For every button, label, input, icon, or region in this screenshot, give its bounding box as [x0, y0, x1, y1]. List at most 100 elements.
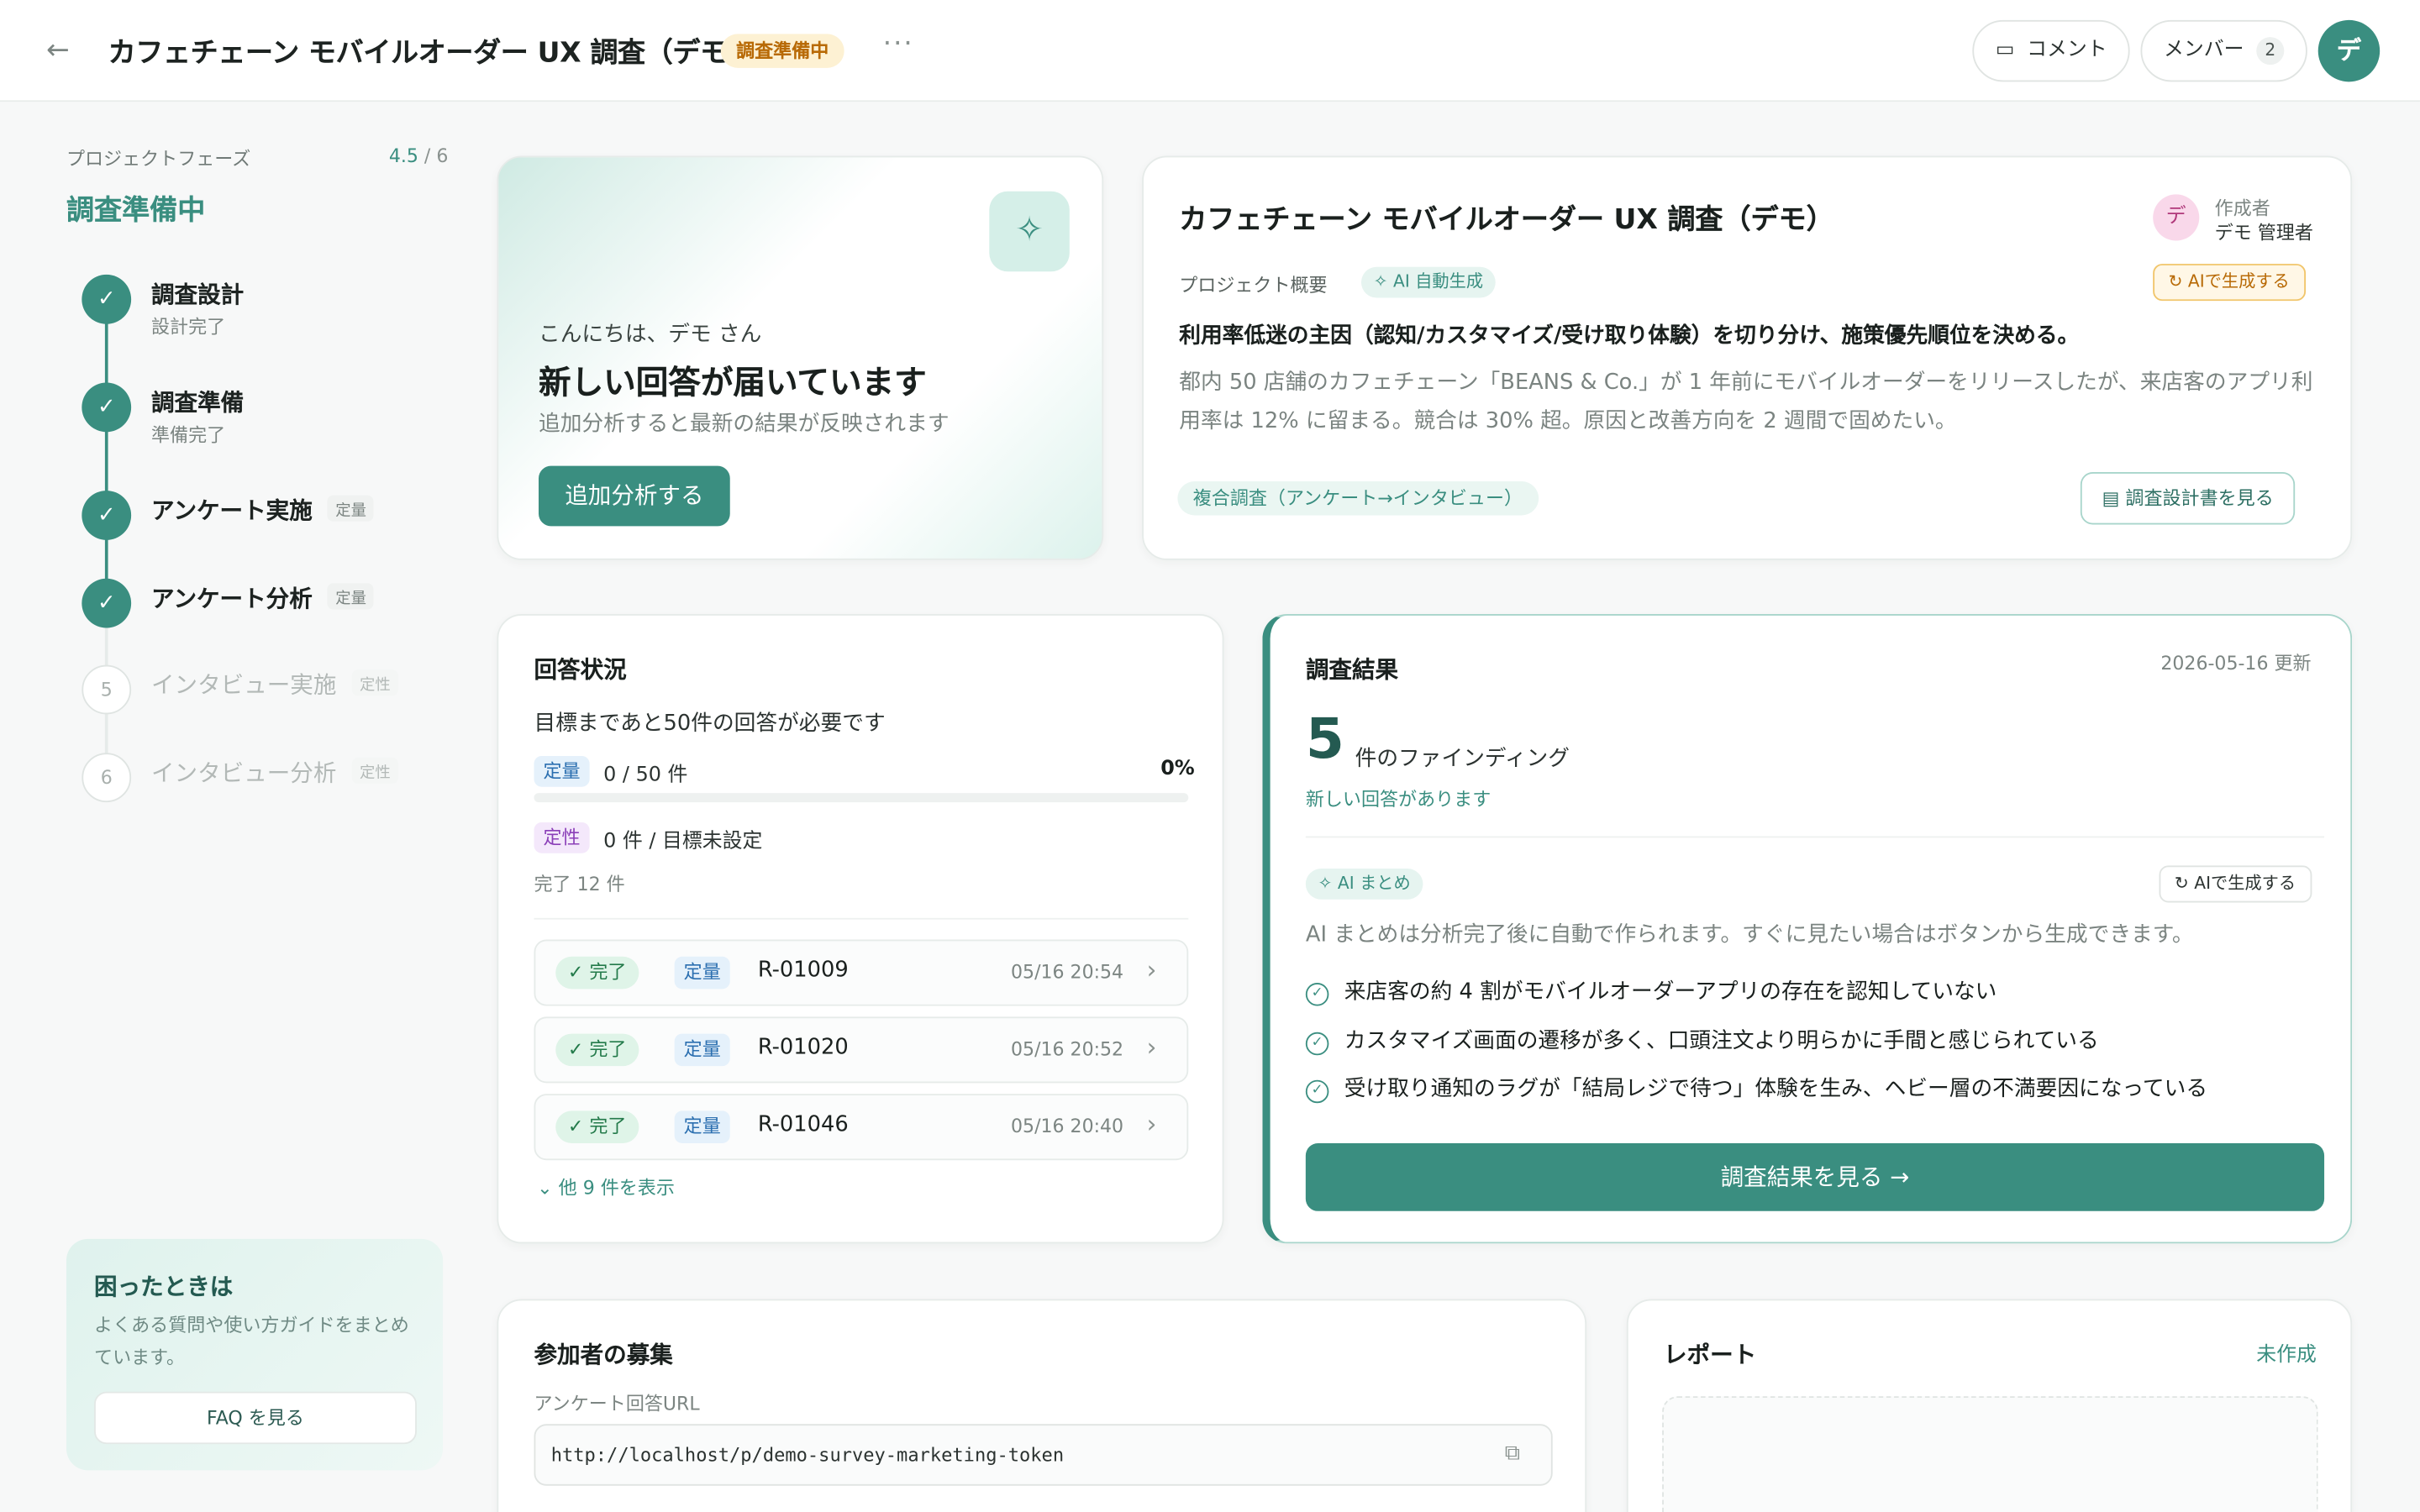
done-count: 完了 12 件	[534, 873, 625, 895]
report-status: 未作成	[2256, 1343, 2317, 1368]
step-name: インタビュー実施 定性	[151, 668, 398, 701]
progress-total: / 6	[418, 144, 449, 167]
finding-text: 受け取り通知のラグが「結局レジで待つ」体験を生み、ヘビー層の不満要因になっている	[1344, 1077, 2208, 1102]
step-name-text: アンケート分析	[150, 585, 313, 613]
qual-count: 0 件 / 目標未設定	[603, 830, 763, 853]
quant-tag: 定量	[534, 755, 590, 787]
current-phase: 調査準備中	[66, 194, 206, 227]
table-row[interactable]: ✓ 完了 定量 R-01020 05/16 20:52 ›	[534, 1016, 1189, 1084]
greeting-card: ✧ こんにちは、デモ さん 新しい回答が届いています 追加分析すると最新の結果が…	[497, 155, 1104, 560]
top-header: ← カフェチェーン モバイルオーダー UX 調査（デモ） 調査準備中 ··· ▭…	[0, 0, 2420, 102]
sparkle-icon: ✧	[989, 191, 1070, 272]
new-response-note: 新しい回答があります	[1305, 788, 1491, 811]
type-tag: 定量	[674, 1033, 730, 1067]
creator-name: デモ 管理者	[2214, 222, 2313, 244]
response-id: R-01046	[757, 1112, 849, 1137]
response-status-card: 回答状況 目標まであと50件の回答が必要です 定量 0 / 50 件 0% 定性…	[497, 614, 1224, 1244]
recruit-title: 参加者の募集	[534, 1341, 673, 1369]
comment-button[interactable]: ▭ コメント	[1972, 19, 2131, 82]
response-subtitle: 目標まであと50件の回答が必要です	[534, 711, 886, 737]
help-card: 困ったときは よくある質問や使い方ガイドをまとめています。 FAQ を見る	[66, 1238, 444, 1471]
timeline-line-done	[104, 296, 108, 605]
survey-url-field[interactable]: http://localhost/p/demo-survey-marketing…	[534, 1424, 1553, 1486]
show-more-label: 他 9 件を表示	[558, 1177, 675, 1200]
survey-url: http://localhost/p/demo-survey-marketing…	[550, 1444, 1065, 1466]
overview-goal: 利用率低迷の主因（認知/カスタマイズ/受け取り体験）を切り分け、施策優先順位を決…	[1179, 323, 2080, 349]
type-tag: 定量	[674, 1110, 730, 1143]
ai-generate-summary-label: AIで生成する	[2194, 873, 2296, 894]
members-count: 2	[2256, 37, 2285, 66]
ai-generate-label: AIで生成する	[2187, 271, 2290, 292]
url-label: アンケート回答URL	[534, 1393, 700, 1415]
check-icon: ✓	[82, 491, 132, 540]
check-icon: ✓	[82, 274, 132, 324]
more-icon[interactable]: ···	[883, 28, 914, 60]
chevron-right-icon: ›	[1146, 1032, 1157, 1062]
results-updated: 2026-05-16 更新	[2160, 652, 2312, 675]
complete-badge: ✓ 完了	[555, 956, 639, 990]
list-item: ✓ カスタマイズ画面の遷移が多く、口頭注文より明らかに手間と感じられている	[1305, 1025, 2099, 1056]
check-icon: ✓	[82, 382, 132, 433]
overview-card: カフェチェーン モバイルオーダー UX 調査（デモ） デ 作成者 デモ 管理者 …	[1142, 155, 2353, 560]
step-name: アンケート分析 定量	[150, 581, 375, 614]
design-doc-button[interactable]: ▤ 調査設計書を見る	[2080, 472, 2296, 525]
refresh-icon: ↻	[2174, 873, 2195, 894]
step-tag: 定性	[351, 669, 398, 696]
complete-badge: ✓ 完了	[555, 1110, 639, 1143]
greeting-sub: 追加分析すると最新の結果が反映されます	[539, 412, 950, 437]
chevron-down-icon: ⌄	[537, 1177, 559, 1200]
finding-text: カスタマイズ画面の遷移が多く、口頭注文より明らかに手間と感じられている	[1344, 1029, 2099, 1054]
sparkle-icon: ✧	[1318, 873, 1338, 894]
report-title: レポート	[1663, 1341, 1757, 1369]
step-number: 5	[82, 664, 132, 715]
ai-note: AI まとめは分析完了後に自動で作られます。すぐに見たい場合はボタンから生成でき…	[1305, 922, 2194, 948]
type-tag: 定量	[674, 956, 730, 990]
step-name-text: インタビュー分析	[150, 759, 337, 787]
status-badge: 調査準備中	[720, 34, 844, 68]
creator-avatar: デ	[2153, 194, 2200, 241]
copy-icon[interactable]: ⧉	[1505, 1441, 1520, 1465]
report-placeholder	[1662, 1396, 2318, 1512]
quant-progress-bar	[534, 793, 1189, 803]
document-icon: ▤	[2102, 487, 2126, 510]
chevron-right-icon: ›	[1146, 1109, 1157, 1139]
results-title: 調査結果	[1305, 655, 1399, 684]
members-button[interactable]: メンバー 2	[2140, 19, 2307, 82]
view-results-button[interactable]: 調査結果を見る →	[1305, 1142, 2325, 1211]
findings-count-label: 件のファインディング	[1355, 746, 1570, 772]
members-label: メンバー	[2164, 38, 2244, 62]
avatar[interactable]: デ	[2317, 19, 2381, 82]
step-name: インタビュー分析 定性	[151, 756, 398, 789]
table-row[interactable]: ✓ 完了 定量 R-01009 05/16 20:54 ›	[534, 939, 1189, 1006]
ai-generate-summary-button[interactable]: ↻ AIで生成する	[2159, 865, 2312, 903]
comment-label: コメント	[2027, 38, 2107, 62]
response-time: 05/16 20:54	[1011, 961, 1124, 983]
quant-percent: 0%	[1160, 757, 1195, 781]
faq-button[interactable]: FAQ を見る	[94, 1391, 417, 1445]
check-circle-icon: ✓	[1305, 982, 1329, 1006]
table-row[interactable]: ✓ 完了 定量 R-01046 05/16 20:40 ›	[534, 1094, 1189, 1161]
list-item: ✓ 来店客の約 4 割がモバイルオーダーアプリの存在を認知していない	[1305, 975, 1997, 1006]
ai-summary-badge: ✧ AI まとめ	[1305, 869, 1423, 900]
progress-current: 4.5	[388, 144, 418, 167]
phase-progress: 4.5 / 6	[389, 145, 449, 167]
finding-text: 来店客の約 4 割がモバイルオーダーアプリの存在を認知していない	[1344, 979, 1997, 1005]
check-circle-icon: ✓	[1305, 1032, 1329, 1056]
step-name: 調査設計	[150, 281, 245, 309]
step-name: 調査準備	[150, 388, 245, 417]
greeting-hello: こんにちは、デモ さん	[539, 322, 762, 348]
back-arrow-icon[interactable]: ←	[46, 34, 80, 67]
results-card: 調査結果 2026-05-16 更新 5 件のファインディング 新しい回答があり…	[1262, 614, 2353, 1244]
recruit-card: 参加者の募集 アンケート回答URL http://localhost/p/dem…	[497, 1299, 1587, 1512]
app-root: ← カフェチェーン モバイルオーダー UX 調査（デモ） 調査準備中 ··· ▭…	[0, 0, 2420, 1512]
ai-generate-button[interactable]: ↻ AIで生成する	[2153, 264, 2306, 302]
divider	[534, 917, 1189, 920]
show-more-link[interactable]: ⌄ 他 9 件を表示	[537, 1174, 675, 1200]
overview-title: カフェチェーン モバイルオーダー UX 調査（デモ）	[1179, 203, 1834, 237]
step-name-text: アンケート実施	[150, 496, 313, 525]
step-tag: 定性	[351, 757, 398, 785]
additional-analysis-button[interactable]: 追加分析する	[539, 465, 730, 527]
qual-tag: 定性	[534, 822, 590, 853]
overview-label: プロジェクト概要	[1179, 274, 1328, 297]
step-sub: 準備完了	[150, 424, 226, 446]
